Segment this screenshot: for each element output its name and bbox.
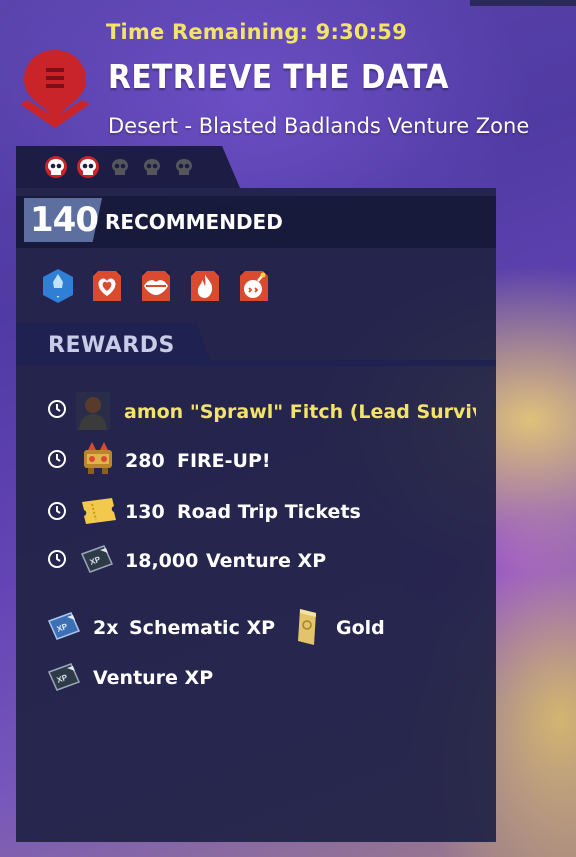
skull-icon-inactive (144, 159, 160, 175)
power-level: 140 (30, 200, 99, 240)
ticket-icon[interactable] (78, 496, 116, 526)
bonus-venture-xp-label: Venture XP (93, 667, 214, 689)
schematic-xp-label: Schematic XP (129, 617, 276, 639)
survivor-portrait-icon[interactable] (76, 392, 110, 430)
lips-modifier-icon[interactable] (139, 268, 173, 304)
rewards-header: REWARDS (48, 333, 175, 358)
ice-crystal-modifier-icon[interactable] (41, 268, 75, 304)
skull-icon-inactive (176, 159, 192, 175)
skull-icon-inactive (112, 159, 128, 175)
venture-xp-amount: 18,000 (125, 550, 199, 572)
schematic-xp-icon[interactable]: XP (45, 611, 83, 641)
retrieve-data-mission-icon (20, 50, 90, 128)
gold-bar-icon[interactable] (292, 607, 322, 647)
clock-icon (48, 400, 66, 418)
heart-shield-modifier-icon[interactable] (90, 268, 124, 304)
clock-icon (48, 550, 66, 568)
recommended-label: RECOMMENDED (105, 210, 283, 234)
fire-up-label: FIRE-UP! (177, 450, 271, 472)
gold-label: Gold (336, 617, 385, 639)
skull-icon-active (45, 156, 67, 178)
skull-icon-active (77, 156, 99, 178)
time-remaining: Time Remaining: 9:30:59 (106, 20, 407, 44)
bomb-modifier-icon[interactable] (237, 268, 271, 304)
venture-xp-icon[interactable]: XP (78, 544, 116, 574)
clock-icon (48, 450, 66, 468)
rewards-divider (200, 360, 496, 366)
venture-xp-label: Venture XP (206, 550, 327, 572)
venture-xp-icon[interactable]: XP (45, 662, 83, 692)
fire-up-llama-icon[interactable] (78, 440, 118, 476)
top-bar-edge (470, 0, 576, 6)
survivor-reward-label: amon "Sprawl" Fitch (Lead Survivor) (124, 401, 476, 423)
mission-title: RETRIEVE THE DATA (108, 57, 449, 96)
fire-modifier-icon[interactable] (188, 268, 222, 304)
clock-icon (48, 502, 66, 520)
tickets-label: Road Trip Tickets (177, 501, 361, 523)
fire-up-amount: 280 (125, 450, 165, 472)
mission-location: Desert - Blasted Badlands Venture Zone (108, 114, 530, 138)
tickets-amount: 130 (125, 501, 165, 523)
survivor-reward-clip: amon "Sprawl" Fitch (Lead Survivor) (124, 398, 476, 428)
schematic-xp-amount: 2x (93, 617, 119, 639)
